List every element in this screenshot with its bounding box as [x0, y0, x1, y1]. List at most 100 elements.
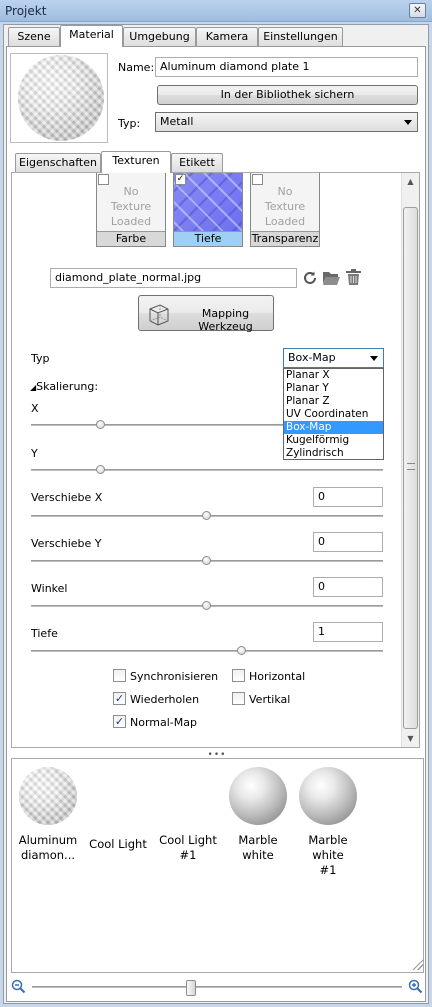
material-type-value: Metall: [160, 115, 194, 128]
material-type-select[interactable]: Metall: [155, 112, 418, 132]
scrollbar-thumb[interactable]: [403, 207, 418, 729]
mapping-type-select[interactable]: Box-Map: [283, 348, 384, 368]
trash-icon[interactable]: [345, 269, 362, 286]
mapping-tool-button[interactable]: Mapping Werkzeug: [138, 295, 274, 333]
library-item-name: Cool Light: [89, 837, 147, 851]
material-swatch: [299, 767, 357, 825]
zoom-in-icon[interactable]: [408, 979, 423, 994]
no-texture-text: No: [277, 185, 293, 198]
grip-icon: [407, 463, 415, 470]
no-texture-text: Texture: [264, 200, 306, 213]
slot-caption: Tiefe: [174, 231, 242, 246]
library-item-name: Cool Light #1: [159, 833, 217, 862]
texture-slot-farbe[interactable]: No Texture Loaded Farbe: [96, 173, 166, 247]
chevron-down-icon: [404, 120, 412, 125]
tab-etikett[interactable]: Etikett: [171, 153, 223, 173]
verschiebe-x-label: Verschiebe X: [31, 491, 103, 504]
mapping-tool-label: Mapping Werkzeug: [198, 307, 253, 333]
texture-slots-viewport: No Texture Loaded Farbe ✓ Tiefe No Textu…: [12, 173, 400, 253]
slot-caption: Transparenz: [251, 231, 319, 246]
scroll-up-icon[interactable]: ▲: [402, 173, 419, 190]
name-field[interactable]: Aluminum diamond plate 1: [155, 57, 418, 77]
option-uv-coordinaten[interactable]: UV Coordinaten: [284, 408, 383, 421]
scale-y-label: Y: [31, 447, 38, 460]
resize-grip-icon[interactable]: [411, 958, 423, 970]
texture-file-field[interactable]: diamond_plate_normal.jpg: [50, 268, 297, 288]
library-item-name: Marble white: [238, 833, 278, 862]
preview-sphere: [18, 55, 104, 141]
texturen-scrollbar[interactable]: ▲ ▼: [401, 173, 419, 747]
winkel-field[interactable]: 0: [313, 577, 383, 597]
tab-eigenschaften[interactable]: Eigenschaften: [15, 153, 101, 173]
tab-einstellungen[interactable]: Einstellungen: [258, 27, 343, 47]
tab-szene[interactable]: Szene: [8, 27, 60, 47]
synchronisieren-label: Synchronisieren: [130, 670, 219, 683]
no-texture-text: Loaded: [264, 215, 306, 228]
no-texture-text: Loaded: [110, 215, 152, 228]
scroll-down-icon[interactable]: ▼: [402, 730, 419, 747]
material-preview: [10, 53, 108, 143]
synchronisieren-checkbox[interactable]: [113, 669, 126, 682]
winkel-slider-knob[interactable]: [202, 601, 211, 610]
option-box-map[interactable]: Box-Map: [284, 421, 383, 434]
texture-slot-transparenz[interactable]: No Texture Loaded Transparenz: [250, 173, 320, 247]
refresh-icon[interactable]: [302, 270, 318, 286]
slot-checkbox[interactable]: ✓: [175, 174, 186, 185]
mapping-type-dropdown: Planar X Planar Y Planar Z UV Coordinate…: [283, 368, 384, 460]
library-item-name: Aluminum diamon...: [18, 833, 78, 862]
no-texture-text: Texture: [110, 200, 152, 213]
horizontal-checkbox[interactable]: [232, 669, 245, 682]
verschiebe-x-field[interactable]: 0: [313, 487, 383, 507]
library-item-marble-white-1[interactable]: Marble white #1: [288, 767, 368, 878]
option-planar-x[interactable]: Planar X: [284, 369, 383, 382]
zoom-slider-knob[interactable]: [186, 980, 197, 996]
skalierung-header[interactable]: ◢Skalierung:: [30, 380, 98, 393]
type-label: Typ:: [118, 117, 141, 130]
tab-umgebung[interactable]: Umgebung: [123, 27, 196, 47]
option-planar-z[interactable]: Planar Z: [284, 395, 383, 408]
wiederholen-checkbox[interactable]: ✓: [113, 692, 126, 705]
library-item-cool-light[interactable]: Cool Light: [78, 767, 158, 852]
texturen-panel: [11, 172, 420, 748]
verschiebe-y-label: Verschiebe Y: [31, 537, 102, 550]
horizontal-label: Horizontal: [249, 670, 306, 683]
tiefe-slider-track[interactable]: [31, 650, 383, 652]
normal-map-label: Normal-Map: [130, 716, 197, 729]
window-title: Projekt: [5, 4, 47, 18]
slot-checkbox[interactable]: [252, 174, 263, 185]
vertikal-label: Vertikal: [249, 693, 291, 706]
folder-open-icon[interactable]: [322, 269, 341, 286]
zoom-slider-track[interactable]: [32, 986, 402, 988]
slot-checkbox[interactable]: [98, 174, 109, 185]
library-item-marble-white[interactable]: Marble white: [218, 767, 298, 863]
typ-label: Typ: [31, 352, 50, 365]
vertikal-checkbox[interactable]: [232, 692, 245, 705]
tab-texturen[interactable]: Texturen: [101, 151, 171, 173]
close-button[interactable]: ✕: [409, 3, 426, 18]
tiefe-field[interactable]: 1: [313, 622, 383, 642]
wiederholen-label: Wiederholen: [130, 693, 200, 706]
scale-y-slider-track[interactable]: [31, 469, 383, 471]
window-titlebar: Projekt ✕: [0, 0, 432, 22]
tab-material[interactable]: Material: [60, 25, 123, 47]
normal-map-checkbox[interactable]: ✓: [113, 715, 126, 728]
option-planar-y[interactable]: Planar Y: [284, 382, 383, 395]
verschiebe-x-slider-knob[interactable]: [202, 511, 211, 520]
winkel-label: Winkel: [31, 582, 68, 595]
scale-x-label: X: [31, 402, 39, 415]
zoom-out-icon[interactable]: [11, 979, 26, 994]
save-to-library-button[interactable]: In der Bibliothek sichern: [157, 85, 418, 105]
chevron-down-icon: [370, 356, 378, 361]
verschiebe-y-field[interactable]: 0: [313, 532, 383, 552]
library-item-aluminum[interactable]: Aluminum diamon...: [8, 767, 88, 863]
verschiebe-y-slider-knob[interactable]: [202, 556, 211, 565]
library-item-cool-light-1[interactable]: Cool Light #1: [148, 767, 228, 863]
mapping-type-value: Box-Map: [288, 351, 336, 364]
tab-kamera[interactable]: Kamera: [196, 27, 258, 47]
cube-icon: [149, 304, 169, 326]
option-zylindrisch[interactable]: Zylindrisch: [284, 447, 383, 460]
material-swatch: [229, 767, 287, 825]
option-kugelfoermig[interactable]: Kugelförmig: [284, 434, 383, 447]
tiefe-label: Tiefe: [31, 627, 58, 640]
texture-slot-tiefe[interactable]: ✓ Tiefe: [173, 173, 243, 247]
